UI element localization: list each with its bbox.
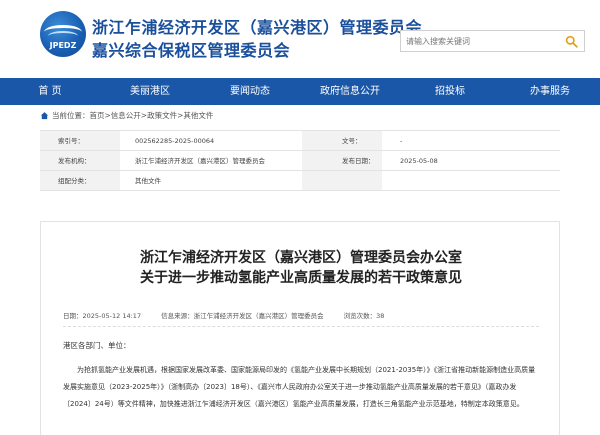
site-title-secondary: 嘉兴综合保税区管理委员会 xyxy=(92,41,291,60)
logo-wave-inner xyxy=(48,31,78,41)
meta-row: 发布机构： 浙江乍浦经济开发区（嘉兴港区）管理委员会 发布日期： 2025-05… xyxy=(40,151,560,171)
document-meta-table: 索引号： 002562285-2025-00064 文号： - 发布机构： 浙江… xyxy=(40,130,560,191)
site-header: JPEDZ 浙江乍浦经济开发区（嘉兴港区）管理委员会 嘉兴综合保税区管理委员会 xyxy=(0,0,600,78)
logo-text: JPEDZ xyxy=(49,41,77,50)
nav-item-bidding[interactable]: 招投标 xyxy=(400,78,500,105)
breadcrumb-other[interactable]: 其他文件 xyxy=(183,110,213,121)
document-date: 日期：2025-05-12 14:17 xyxy=(63,312,142,320)
document-title-line1: 浙江乍浦经济开发区（嘉兴港区）管理委员会办公室 xyxy=(140,250,462,266)
nav-item-services[interactable]: 办事服务 xyxy=(500,78,600,105)
org-value: 浙江乍浦经济开发区（嘉兴港区）管理委员会 xyxy=(135,157,265,165)
empty-value xyxy=(382,171,560,190)
divider xyxy=(63,326,539,327)
document-body: 为抢抓氢能产业发展机遇，根据国家发展改革委、国家能源局印发的《氢能产业发展中长期… xyxy=(63,366,536,408)
meta-row: 组配分类： 其他文件 xyxy=(40,171,560,191)
meta-row: 索引号： 002562285-2025-00064 文号： - xyxy=(40,131,560,151)
docno-value: - xyxy=(400,137,403,145)
category-label: 组配分类： xyxy=(40,171,120,190)
nav-item-home[interactable]: 首 页 xyxy=(0,78,100,105)
document-title-line2: 关于进一步推动氢能产业高质量发展的若干政策意见 xyxy=(140,270,462,286)
nav-item-gov-info[interactable]: 政府信息公开 xyxy=(300,78,400,105)
date-label: 发布日期： xyxy=(302,151,382,170)
search-box xyxy=(400,30,585,52)
home-icon xyxy=(40,111,49,119)
index-value: 002562285-2025-00064 xyxy=(135,137,215,145)
nav-item-beautiful-port[interactable]: 美丽港区 xyxy=(100,78,200,105)
breadcrumb-prefix: 当前位置： xyxy=(52,110,90,120)
category-value: 其他文件 xyxy=(135,177,161,185)
search-icon xyxy=(565,35,578,48)
document-greeting: 港区各部门、单位： xyxy=(63,341,131,350)
docno-label: 文号： xyxy=(302,131,382,150)
search-input[interactable] xyxy=(401,31,559,51)
date-value: 2025-05-08 xyxy=(400,157,438,165)
document-content: 浙江乍浦经济开发区（嘉兴港区）管理委员会办公室 关于进一步推动氢能产业高质量发展… xyxy=(40,221,560,435)
org-label: 发布机构： xyxy=(40,151,120,170)
site-logo[interactable]: JPEDZ xyxy=(40,11,86,57)
nav-item-news[interactable]: 要闻动态 xyxy=(200,78,300,105)
document-info: 日期：2025-05-12 14:17 信息来源：浙江乍浦经济开发区（嘉兴港区）… xyxy=(63,310,384,320)
breadcrumb-policy[interactable]: 政策文件 xyxy=(147,110,177,121)
empty-label xyxy=(302,171,382,190)
breadcrumb-info[interactable]: 信息公开 xyxy=(111,110,141,121)
main-nav: 首 页 美丽港区 要闻动态 政府信息公开 招投标 办事服务 xyxy=(0,78,600,105)
document-source: 信息来源：浙江乍浦经济开发区（嘉兴港区）管理委员会 xyxy=(161,312,324,320)
document-views: 浏览次数：38 xyxy=(343,312,385,320)
index-label: 索引号： xyxy=(40,131,120,150)
breadcrumb: 当前位置： 首页 > 信息公开 > 政策文件 > 其他文件 xyxy=(40,108,213,122)
breadcrumb-home[interactable]: 首页 xyxy=(90,110,105,121)
site-title-primary: 浙江乍浦经济开发区（嘉兴港区）管理委员会 xyxy=(92,18,423,37)
search-button[interactable] xyxy=(558,31,584,51)
